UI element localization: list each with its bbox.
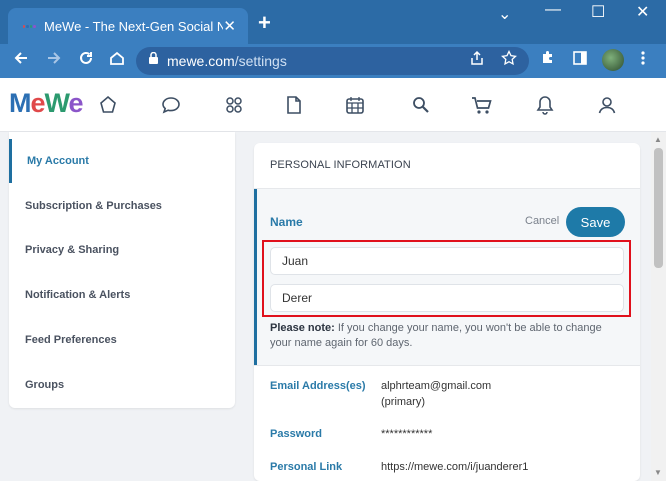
email-label: Email Address(es) xyxy=(270,380,366,392)
email-primary-tag: (primary) xyxy=(381,396,425,408)
bell-icon[interactable] xyxy=(533,93,557,117)
sidebar-item-subscription[interactable]: Subscription & Purchases xyxy=(9,184,235,228)
cart-icon[interactable] xyxy=(470,93,494,117)
sidebar-item-privacy[interactable]: Privacy & Sharing xyxy=(9,228,235,272)
cancel-button[interactable]: Cancel xyxy=(525,215,559,227)
save-button[interactable]: Save xyxy=(566,207,625,237)
forward-arrow-icon[interactable] xyxy=(45,49,63,72)
new-tab-button[interactable]: + xyxy=(258,10,271,36)
pages-icon[interactable] xyxy=(282,93,306,117)
logo-letter: W xyxy=(44,88,70,118)
chat-icon[interactable] xyxy=(159,93,183,117)
browser-tab[interactable]: MeWe - The Next-Gen Social Net ✕ xyxy=(8,8,248,44)
section-title: PERSONAL INFORMATION xyxy=(270,159,411,171)
url-text: mewe.com/settings xyxy=(167,53,287,69)
back-arrow-icon[interactable] xyxy=(12,49,30,72)
minimize-button[interactable]: — xyxy=(545,1,561,19)
tab-close-icon[interactable]: ✕ xyxy=(223,17,236,35)
logo-letter: M xyxy=(9,88,31,118)
sidebar-item-label: Notification & Alerts xyxy=(25,289,131,301)
personal-link-value[interactable]: https://mewe.com/i/juanderer1 xyxy=(381,459,528,475)
logo-letter: e xyxy=(30,88,46,118)
sidebar-item-groups[interactable]: Groups xyxy=(9,363,235,407)
sidebar-item-label: Feed Preferences xyxy=(25,334,117,346)
divider xyxy=(254,365,640,366)
mewe-favicon-icon xyxy=(22,19,36,33)
app-header: MeWe xyxy=(0,78,666,132)
menu-dots-icon[interactable] xyxy=(640,50,646,71)
email-address: alphrteam@gmail.com xyxy=(381,380,492,392)
sidebar-item-label: Subscription & Purchases xyxy=(25,200,162,212)
mewe-logo[interactable]: MeWe xyxy=(9,88,84,119)
tab-search-icon[interactable]: ⌄ xyxy=(498,4,511,24)
lock-icon[interactable] xyxy=(148,51,159,70)
browser-profile-avatar[interactable] xyxy=(602,49,624,71)
sidebar-item-feed-preferences[interactable]: Feed Preferences xyxy=(9,318,235,362)
url-host: mewe.com xyxy=(167,53,235,69)
home-icon[interactable] xyxy=(96,93,120,117)
sidebar-item-label: Groups xyxy=(25,379,65,391)
reload-icon[interactable] xyxy=(77,49,95,72)
window-close-button[interactable]: ✕ xyxy=(636,2,649,22)
extensions-icon[interactable] xyxy=(540,50,556,71)
share-icon[interactable] xyxy=(469,50,485,71)
password-label: Password xyxy=(270,428,322,440)
url-path: /settings xyxy=(234,53,287,69)
browser-titlebar: MeWe - The Next-Gen Social Net ✕ + ⌄ — ☐… xyxy=(0,0,666,44)
groups-icon[interactable] xyxy=(222,93,246,117)
calendar-icon[interactable] xyxy=(343,93,367,117)
profile-icon[interactable] xyxy=(595,93,619,117)
search-icon[interactable] xyxy=(409,93,433,117)
name-label: Name xyxy=(270,215,303,229)
sidebar-item-label: Privacy & Sharing xyxy=(25,244,120,256)
tab-title: MeWe - The Next-Gen Social Net xyxy=(44,18,224,34)
logo-letter: e xyxy=(68,88,84,118)
sidebar-item-label: My Account xyxy=(27,155,89,167)
note-bold: Please note: xyxy=(270,322,335,334)
email-value: alphrteam@gmail.com (primary) xyxy=(381,378,491,410)
maximize-button[interactable]: ☐ xyxy=(591,2,605,22)
settings-sidebar: My Account Subscription & Purchases Priv… xyxy=(9,132,235,408)
sidebar-item-my-account[interactable]: My Account xyxy=(9,139,235,183)
page-scrollbar[interactable]: ▲ ▼ xyxy=(651,132,666,481)
personal-link-label: Personal Link xyxy=(270,461,343,473)
scroll-up-icon[interactable]: ▲ xyxy=(654,135,662,144)
name-change-note: Please note: If you change your name, yo… xyxy=(270,321,620,351)
home-button-icon[interactable] xyxy=(108,49,126,72)
scroll-down-icon[interactable]: ▼ xyxy=(654,468,662,477)
sidebar-item-notifications[interactable]: Notification & Alerts xyxy=(9,273,235,317)
scroll-thumb[interactable] xyxy=(654,148,663,268)
bookmark-star-icon[interactable] xyxy=(501,49,517,71)
highlight-box xyxy=(262,240,631,317)
browser-toolbar: mewe.com/settings xyxy=(0,44,666,78)
side-panel-icon[interactable] xyxy=(572,50,588,71)
password-value: ************ xyxy=(381,428,433,440)
